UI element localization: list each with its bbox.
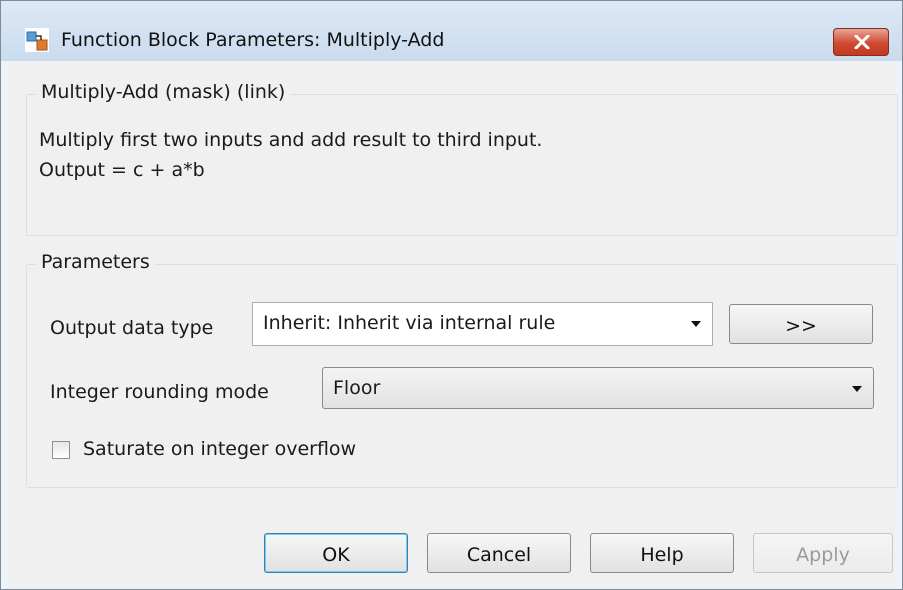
saturate-checkbox[interactable] — [52, 441, 70, 459]
description-line-2: Output = c + a*b — [39, 159, 205, 181]
dialog-client-area: Multiply-Add (mask) (link) Multiply firs… — [9, 61, 898, 589]
output-data-type-dropdown[interactable]: Inherit: Inherit via internal rule — [252, 302, 713, 346]
output-data-type-value: Inherit: Inherit via internal rule — [263, 312, 556, 334]
apply-button[interactable]: Apply — [753, 533, 893, 573]
saturate-label[interactable]: Saturate on integer overflow — [83, 438, 356, 460]
window-title: Function Block Parameters: Multiply-Add — [61, 29, 445, 51]
chevron-down-icon — [852, 386, 862, 392]
chevron-down-icon — [691, 321, 701, 327]
description-line-1: Multiply first two inputs and add result… — [39, 129, 543, 151]
data-type-assistant-button[interactable]: >> — [729, 304, 873, 344]
integer-rounding-mode-dropdown[interactable]: Floor — [322, 367, 874, 409]
parameters-legend: Parameters — [36, 251, 155, 273]
integer-rounding-mode-value: Floor — [333, 377, 381, 399]
close-button[interactable] — [833, 28, 889, 56]
output-data-type-label: Output data type — [50, 317, 214, 339]
cancel-button[interactable]: Cancel — [427, 533, 571, 573]
close-icon — [854, 35, 870, 49]
help-button[interactable]: Help — [590, 533, 734, 573]
simulink-block-icon — [25, 28, 49, 52]
integer-rounding-mode-label: Integer rounding mode — [50, 381, 269, 403]
dialog-window: Function Block Parameters: Multiply-Add … — [0, 0, 903, 590]
title-bar[interactable]: Function Block Parameters: Multiply-Add — [1, 1, 902, 61]
ok-button[interactable]: OK — [264, 533, 408, 573]
description-legend: Multiply-Add (mask) (link) — [36, 81, 291, 103]
